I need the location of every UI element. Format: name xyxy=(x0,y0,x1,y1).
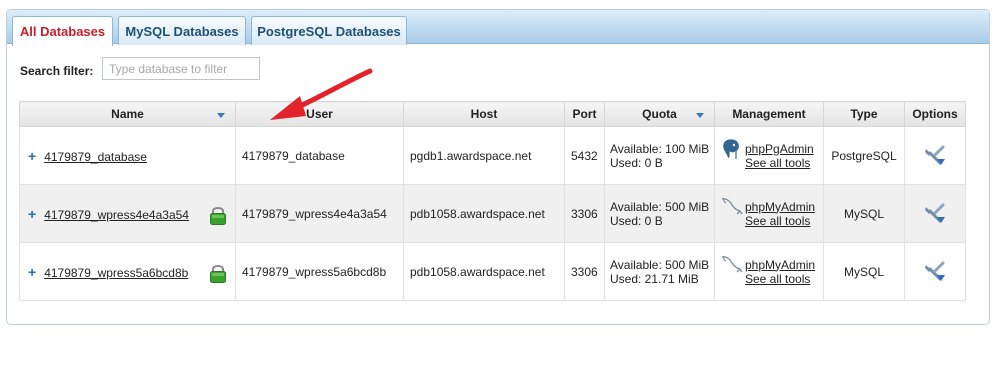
see-all-tools-link[interactable]: See all tools xyxy=(745,156,810,170)
search-filter-input[interactable] xyxy=(102,57,260,80)
expand-plus-icon[interactable]: + xyxy=(28,148,36,164)
name-cell: +4179879_database xyxy=(19,126,236,185)
host-cell: pgdb1.awardspace.net xyxy=(403,126,565,185)
expand-plus-icon[interactable]: + xyxy=(28,264,36,280)
management-cell: phpPgAdmin See all tools xyxy=(714,126,824,185)
management-cell: phpMyAdmin See all tools xyxy=(714,242,824,301)
quota-cell: Available: 500 MiB Used: 21.71 MiB xyxy=(604,242,715,301)
column-header-management: Management xyxy=(714,101,824,127)
name-cell: +4179879_wpress5a6bcd8b xyxy=(19,242,236,301)
database-name-link[interactable]: 4179879_database xyxy=(44,150,147,164)
options-cell xyxy=(904,184,966,243)
options-cell xyxy=(904,126,966,185)
tools-options-icon[interactable] xyxy=(923,144,947,168)
user-cell: 4179879_wpress5a6bcd8b xyxy=(235,242,404,301)
host-cell: pdb1058.awardspace.net xyxy=(403,184,565,243)
port-cell: 3306 xyxy=(564,184,605,243)
host-cell: pdb1058.awardspace.net xyxy=(403,242,565,301)
lock-icon xyxy=(210,265,226,283)
port-cell: 3306 xyxy=(564,242,605,301)
quota-used: Used: 0 B xyxy=(610,213,663,228)
column-header-name[interactable]: Name xyxy=(19,101,236,127)
column-header-port: Port xyxy=(564,101,605,127)
phppgadmin-link[interactable]: phpPgAdmin xyxy=(745,142,814,156)
mysql-dolphin-icon xyxy=(721,255,743,273)
database-name-link[interactable]: 4179879_wpress4e4a3a54 xyxy=(44,208,189,222)
table-row: +4179879_wpress5a6bcd8b 4179879_wpress5a… xyxy=(19,242,966,301)
management-cell: phpMyAdmin See all tools xyxy=(714,184,824,243)
name-cell: +4179879_wpress4e4a3a54 xyxy=(19,184,236,243)
quota-cell: Available: 500 MiB Used: 0 B xyxy=(604,184,715,243)
column-header-quota[interactable]: Quota xyxy=(604,101,715,127)
table-row: +4179879_wpress4e4a3a54 4179879_wpress4e… xyxy=(19,184,966,243)
table-row: +4179879_database 4179879_database pgdb1… xyxy=(19,126,966,185)
databases-table: Name User Host Port Quota Management Typ… xyxy=(19,101,966,301)
quota-used: Used: 21.71 MiB xyxy=(610,271,699,286)
column-header-options: Options xyxy=(904,101,966,127)
postgresql-elephant-icon xyxy=(722,138,740,160)
user-cell: 4179879_wpress4e4a3a54 xyxy=(235,184,404,243)
quota-cell: Available: 100 MiB Used: 0 B xyxy=(604,126,715,185)
sort-desc-icon[interactable] xyxy=(696,113,704,118)
quota-used: Used: 0 B xyxy=(610,155,663,170)
phpmyadmin-link[interactable]: phpMyAdmin xyxy=(745,200,815,214)
quota-available: Available: 500 MiB xyxy=(610,257,710,272)
quota-available: Available: 500 MiB xyxy=(610,199,710,214)
phpmyadmin-link[interactable]: phpMyAdmin xyxy=(745,258,815,272)
tab-postgresql-databases[interactable]: PostgreSQL Databases xyxy=(251,16,407,45)
type-cell: MySQL xyxy=(823,242,905,301)
type-cell: PostgreSQL xyxy=(823,126,905,185)
expand-plus-icon[interactable]: + xyxy=(28,206,36,222)
tab-all-databases[interactable]: All Databases xyxy=(12,16,113,46)
see-all-tools-link[interactable]: See all tools xyxy=(745,272,810,286)
sort-desc-icon[interactable] xyxy=(217,113,225,118)
user-cell: 4179879_database xyxy=(235,126,404,185)
type-cell: MySQL xyxy=(823,184,905,243)
annotation-arrow-icon xyxy=(270,68,373,120)
lock-icon xyxy=(210,207,226,225)
see-all-tools-link[interactable]: See all tools xyxy=(745,214,810,228)
table-header-row: Name User Host Port Quota Management Typ… xyxy=(19,101,966,127)
tools-options-icon[interactable] xyxy=(923,260,947,284)
search-filter-label: Search filter: xyxy=(20,64,94,78)
quota-available: Available: 100 MiB xyxy=(610,141,710,156)
options-cell xyxy=(904,242,966,301)
tab-bar: All Databases MySQL Databases PostgreSQL… xyxy=(7,10,989,46)
mysql-dolphin-icon xyxy=(721,197,743,215)
port-cell: 5432 xyxy=(564,126,605,185)
tab-mysql-databases[interactable]: MySQL Databases xyxy=(118,16,246,45)
column-header-type: Type xyxy=(823,101,905,127)
database-name-link[interactable]: 4179879_wpress5a6bcd8b xyxy=(44,266,188,280)
column-header-host: Host xyxy=(403,101,565,127)
tools-options-icon[interactable] xyxy=(923,202,947,226)
